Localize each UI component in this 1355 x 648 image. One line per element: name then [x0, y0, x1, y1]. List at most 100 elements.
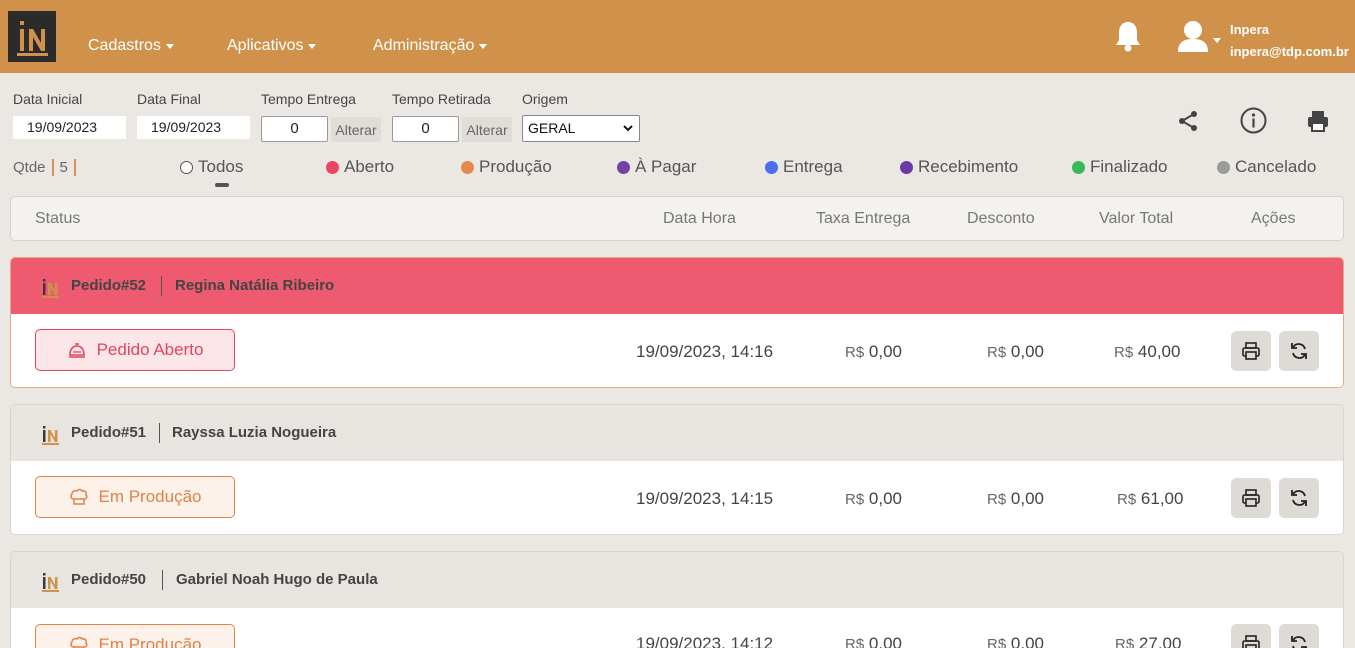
app-logo[interactable] — [8, 11, 56, 62]
status-filter-producao[interactable]: Produção — [461, 157, 552, 177]
order-taxa-entrega: R$ 0,00 — [845, 489, 902, 509]
status-dot-icon — [461, 160, 474, 174]
order-id: Pedido#50 — [71, 571, 147, 588]
status-filter-todos[interactable]: Todos — [180, 157, 243, 177]
order-card: Pedido#51 Rayssa Luzia Nogueira Em Produ… — [10, 404, 1344, 535]
orders-table-header: Status Data Hora Taxa Entrega Desconto V… — [10, 196, 1344, 241]
currency-symbol: R$ — [1114, 344, 1134, 361]
status-filter-label: Finalizado — [1090, 157, 1168, 176]
column-header-data-hora: Data Hora — [663, 210, 736, 227]
order-card: Pedido#52 Regina Natália Ribeiro Pedido … — [10, 257, 1344, 388]
customer-name: Rayssa Luzia Nogueira — [172, 424, 337, 441]
order-status-button[interactable]: Em Produção — [35, 476, 235, 518]
status-filter-a-pagar[interactable]: À Pagar — [617, 157, 696, 177]
status-filter-label: Recebimento — [918, 157, 1019, 176]
order-total-value: 40,00 — [1137, 342, 1181, 361]
user-avatar-icon[interactable] — [1176, 20, 1210, 57]
quantity-counter: Qtde 5 — [13, 159, 82, 176]
status-filter-recebimento[interactable]: Recebimento — [900, 157, 1018, 177]
divider — [51, 159, 54, 176]
print-icon — [1242, 342, 1260, 360]
info-icon[interactable] — [1240, 107, 1267, 139]
data-final-input[interactable]: 19/09/2023 — [137, 116, 250, 139]
origem-selected-value: GERAL — [528, 120, 576, 136]
order-card-header[interactable]: Pedido#50 Gabriel Noah Hugo de Paula — [11, 552, 1343, 608]
order-desconto-value: 0,00 — [1010, 489, 1045, 508]
order-taxa-value: 0,00 — [868, 634, 903, 648]
refresh-order-button[interactable] — [1279, 624, 1319, 648]
order-total: R$ 61,00 — [1117, 489, 1183, 509]
status-dot-icon — [326, 160, 339, 174]
divider — [73, 159, 76, 176]
divider — [162, 570, 163, 590]
nav-menu-administracao[interactable]: Administração — [373, 37, 488, 55]
order-desconto: R$ 0,00 — [987, 342, 1044, 362]
order-card-body: Em Produção 19/09/2023, 14:12 R$ 0,00 R$… — [11, 608, 1343, 648]
active-filter-indicator — [215, 183, 229, 187]
refresh-icon — [1291, 490, 1307, 506]
data-inicial-input[interactable]: 19/09/2023 — [13, 116, 126, 139]
order-taxa-entrega: R$ 0,00 — [845, 634, 902, 648]
tempo-entrega-label: Tempo Entrega — [261, 91, 356, 107]
chef-hat-icon — [69, 488, 88, 505]
chevron-down-icon — [165, 43, 174, 49]
status-dot-icon — [1072, 160, 1085, 174]
status-filter-label: Entrega — [783, 157, 843, 176]
order-card-header[interactable]: Pedido#52 Regina Natália Ribeiro — [11, 258, 1343, 314]
status-dot-icon — [617, 160, 630, 174]
nav-menu-cadastros[interactable]: Cadastros — [88, 37, 174, 55]
currency-symbol: R$ — [1115, 636, 1135, 648]
origem-label: Origem — [522, 91, 568, 107]
refresh-order-button[interactable] — [1279, 478, 1319, 518]
order-card: Pedido#50 Gabriel Noah Hugo de Paula Em … — [10, 551, 1344, 648]
qtde-label: Qtde — [13, 159, 46, 176]
order-total: R$ 40,00 — [1114, 342, 1180, 362]
tempo-retirada-label: Tempo Retirada — [392, 91, 491, 107]
print-order-button[interactable] — [1231, 624, 1271, 648]
tempo-retirada-input[interactable]: 0 — [392, 116, 459, 142]
user-name: Inpera — [1230, 22, 1270, 37]
order-status-button[interactable]: Pedido Aberto — [35, 329, 235, 371]
refresh-order-button[interactable] — [1279, 331, 1319, 371]
origem-select[interactable]: GERAL — [522, 115, 640, 142]
bell-service-icon — [68, 343, 85, 358]
order-status-label: Em Produção — [98, 635, 202, 648]
status-dot-icon — [180, 160, 193, 174]
divider — [161, 276, 162, 296]
order-datetime: 19/09/2023, 14:16 — [636, 342, 774, 361]
tempo-entrega-input[interactable]: 0 — [261, 116, 328, 142]
divider — [159, 423, 160, 443]
print-icon[interactable] — [1306, 109, 1330, 138]
status-dot-icon — [765, 160, 778, 174]
currency-symbol: R$ — [987, 636, 1007, 648]
order-id: Pedido#52 — [71, 277, 147, 294]
data-inicial-label: Data Inicial — [13, 91, 83, 107]
print-order-button[interactable] — [1231, 331, 1271, 371]
nav-menu-aplicativos[interactable]: Aplicativos — [227, 37, 317, 55]
user-menu-chevron-icon[interactable] — [1213, 30, 1221, 48]
currency-symbol: R$ — [1117, 491, 1137, 508]
status-filter-label: Produção — [479, 157, 552, 176]
currency-symbol: R$ — [987, 344, 1007, 361]
customer-name: Regina Natália Ribeiro — [175, 277, 335, 294]
order-desconto: R$ 0,00 — [987, 489, 1044, 509]
print-icon — [1242, 489, 1260, 507]
status-filter-finalizado[interactable]: Finalizado — [1072, 157, 1168, 177]
order-desconto: R$ 0,00 — [987, 634, 1044, 648]
share-icon[interactable] — [1176, 109, 1200, 138]
notification-bell-icon[interactable] — [1114, 20, 1142, 57]
status-filter-aberto[interactable]: Aberto — [326, 157, 394, 177]
nav-menu-label: Aplicativos — [227, 37, 304, 54]
status-filter-entrega[interactable]: Entrega — [765, 157, 843, 177]
status-filter-label: Aberto — [344, 157, 395, 176]
status-filter-cancelado[interactable]: Cancelado — [1217, 157, 1316, 177]
column-header-desconto: Desconto — [967, 210, 1035, 227]
order-card-header[interactable]: Pedido#51 Rayssa Luzia Nogueira — [11, 405, 1343, 461]
tempo-retirada-alterar-button[interactable]: Alterar — [462, 117, 512, 142]
print-order-button[interactable] — [1231, 478, 1271, 518]
order-status-label: Pedido Aberto — [96, 340, 204, 359]
store-logo-icon — [42, 426, 59, 445]
user-email: inpera@tdp.com.br — [1230, 44, 1349, 59]
order-status-button[interactable]: Em Produção — [35, 624, 235, 648]
tempo-entrega-alterar-button[interactable]: Alterar — [331, 117, 381, 142]
